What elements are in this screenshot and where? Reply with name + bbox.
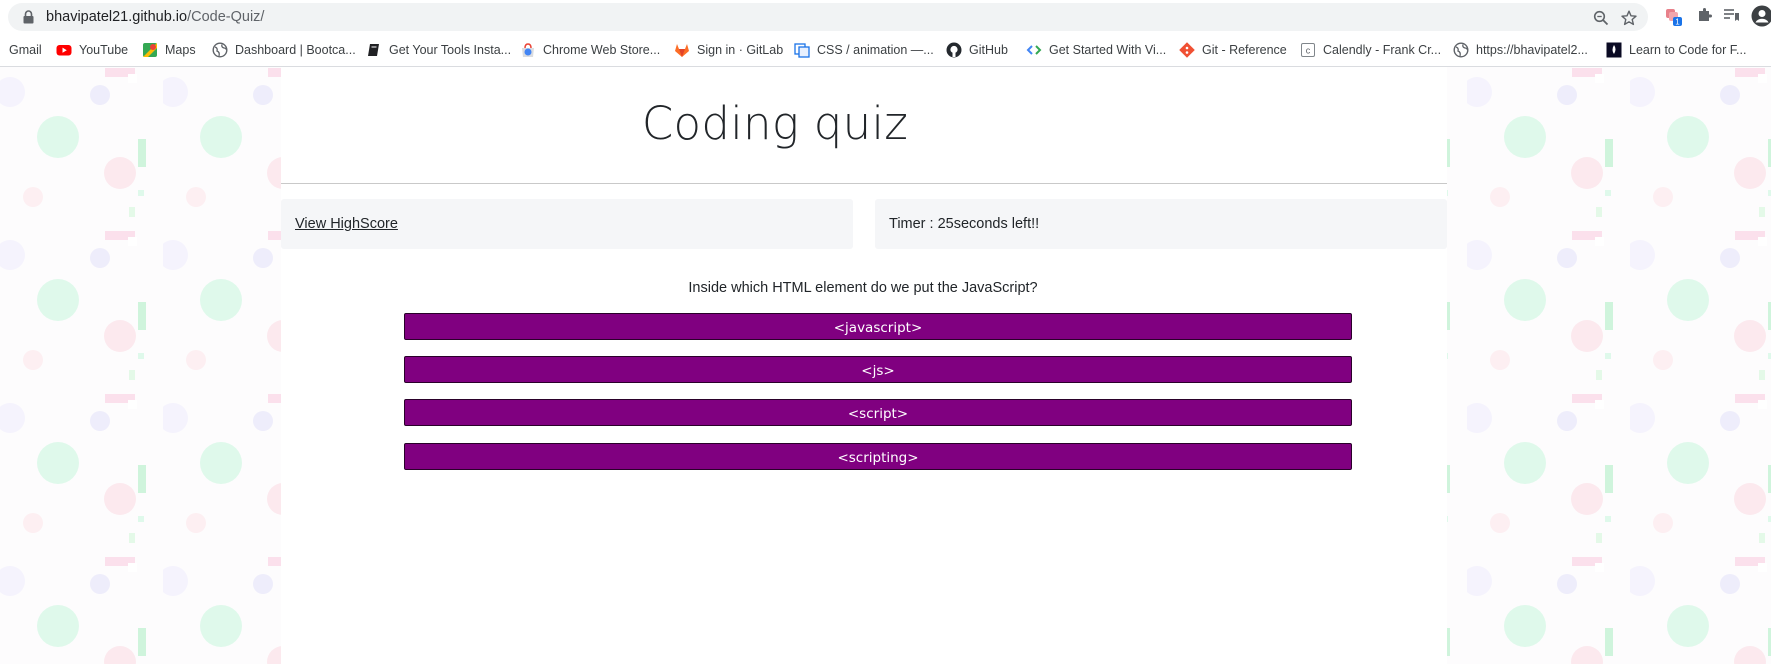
bookmark-chrome-store[interactable]: Chrome Web Store...: [520, 41, 660, 59]
calendly-icon: c: [1300, 42, 1316, 58]
bookmark-freecodecamp[interactable]: Learn to Code for F...: [1606, 41, 1746, 59]
page-title: Coding quiz: [641, 97, 909, 150]
bookmark-label: Chrome Web Store...: [543, 43, 661, 57]
url-host: bhavipatel21.github.io: [46, 9, 188, 25]
answer-button-1[interactable]: <javascript>: [404, 313, 1352, 340]
maps-icon: [142, 42, 158, 58]
lock-icon[interactable]: [23, 10, 34, 29]
bookmark-tools[interactable]: Get Your Tools Insta...: [366, 41, 511, 59]
bookmark-git-reference[interactable]: Git - Reference: [1179, 41, 1287, 59]
bookmark-label: CSS / animation —...: [817, 43, 934, 57]
zoom-icon[interactable]: [1593, 10, 1609, 31]
bookmark-label: Get Your Tools Insta...: [389, 43, 512, 57]
highscore-panel: View HighScore: [281, 199, 853, 249]
book-icon: [366, 42, 382, 58]
code-icon: [1026, 42, 1042, 58]
bookmark-calendly[interactable]: c Calendly - Frank Cr...: [1300, 41, 1441, 59]
extension-badge-count: 1: [1675, 18, 1680, 27]
mdn-icon: [794, 42, 810, 58]
timer-text: Timer : 25seconds left!!: [889, 216, 1040, 232]
bookmark-vscode[interactable]: Get Started With Vi...: [1026, 41, 1166, 59]
bookmark-label: Git - Reference: [1202, 43, 1287, 57]
quiz-container: Coding quiz View HighScore Timer : 25sec…: [281, 67, 1447, 664]
svg-text:c: c: [1306, 46, 1311, 56]
page-viewport: Coding quiz View HighScore Timer : 25sec…: [0, 67, 1771, 664]
globe-icon: [212, 42, 228, 58]
title-divider: [281, 183, 1447, 184]
gitlab-icon: [674, 42, 690, 58]
extensions-puzzle-icon[interactable]: [1697, 7, 1713, 28]
bookmark-gitlab[interactable]: Sign in · GitLab: [674, 41, 783, 59]
freecodecamp-icon: [1606, 42, 1622, 58]
bookmark-label: Dashboard | Bootca...: [235, 43, 356, 57]
url-path: /Code-Quiz/: [187, 9, 265, 25]
question-text: Inside which HTML element do we put the …: [688, 280, 1038, 296]
bookmark-label: YouTube: [79, 43, 129, 57]
url-text[interactable]: bhavipatel21.github.io/Code-Quiz/: [46, 9, 264, 25]
timer-panel: Timer : 25seconds left!!: [875, 199, 1447, 249]
bookmark-gmail[interactable]: Gmail: [9, 41, 42, 59]
bookmark-youtube[interactable]: YouTube: [56, 41, 128, 59]
git-icon: [1179, 42, 1195, 58]
bookmarks-bar: Gmail YouTube Maps Dashboard | Bootca...…: [0, 34, 1771, 67]
profile-avatar-icon[interactable]: [1751, 5, 1771, 32]
bookmark-label: https://bhavipatel2...: [1476, 43, 1588, 57]
answer-button-4[interactable]: <scripting>: [404, 443, 1352, 470]
bookmark-label: Learn to Code for F...: [1629, 43, 1747, 57]
bookmark-mdn[interactable]: CSS / animation —...: [794, 41, 934, 59]
view-highscore-link[interactable]: View HighScore: [295, 216, 398, 232]
github-icon: [946, 42, 962, 58]
answer-button-2[interactable]: <js>: [404, 356, 1352, 383]
globe-icon: [1453, 42, 1469, 58]
youtube-icon: [56, 42, 72, 58]
bookmark-label: Calendly - Frank Cr...: [1323, 43, 1442, 57]
bookmark-label: Gmail: [9, 43, 42, 57]
answer-button-3[interactable]: <script>: [404, 399, 1352, 426]
bookmark-bhavipatel[interactable]: https://bhavipatel2...: [1453, 41, 1588, 59]
bookmark-label: Sign in · GitLab: [697, 43, 784, 57]
browser-toolbar: bhavipatel21.github.io/Code-Quiz/ 1: [0, 0, 1771, 34]
bookmark-star-icon[interactable]: [1621, 10, 1637, 31]
reading-list-icon[interactable]: [1723, 7, 1739, 28]
bookmark-label: GitHub: [969, 43, 1008, 57]
extension-badge-icon[interactable]: 1: [1664, 7, 1684, 32]
bookmark-dashboard[interactable]: Dashboard | Bootca...: [212, 41, 356, 59]
address-bar[interactable]: bhavipatel21.github.io/Code-Quiz/: [8, 3, 1648, 31]
bookmark-maps[interactable]: Maps: [142, 41, 196, 59]
chrome-store-icon: [520, 42, 536, 58]
bookmark-github[interactable]: GitHub: [946, 41, 1008, 59]
bookmark-label: Get Started With Vi...: [1049, 43, 1167, 57]
bookmark-label: Maps: [165, 43, 196, 57]
